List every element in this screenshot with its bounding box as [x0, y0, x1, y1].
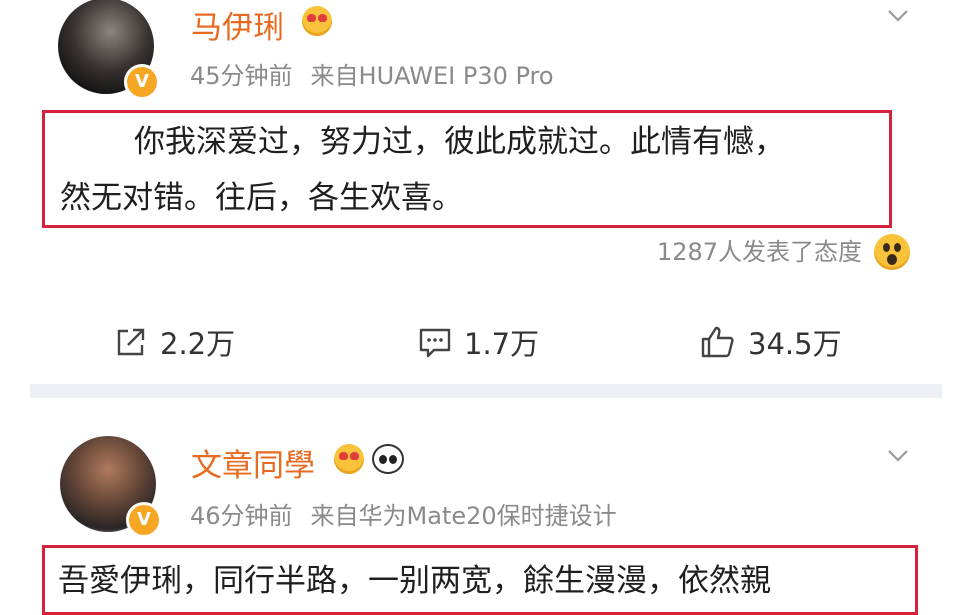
post-meta: 45分钟前 来自HUAWEI P30 Pro [190, 56, 554, 91]
username[interactable]: 马伊琍 [191, 2, 284, 47]
post-source: 来自华为Mate20保时捷设计 [310, 502, 617, 530]
comment-icon [419, 328, 451, 358]
post-source: 来自HUAWEI P30 Pro [310, 62, 554, 90]
surprised-emoji-icon [874, 234, 910, 270]
post-content-line: 你我深爱过，努力过，彼此成就过。此情有憾， [134, 124, 785, 160]
post-time: 46分钟前 [190, 502, 293, 530]
post-1: V 马伊琍 45分钟前 来自HUAWEI P30 Pro 你我深爱过，努力过，彼此… [0, 0, 960, 384]
comment-count: 1.7万 [464, 327, 540, 361]
post-time: 45分钟前 [190, 62, 293, 90]
verified-badge-icon: V [126, 502, 162, 538]
chevron-down-icon[interactable] [887, 4, 909, 26]
post-meta: 46分钟前 来自华为Mate20保时捷设计 [190, 496, 617, 531]
username[interactable]: 文章同學 [191, 440, 315, 485]
post-separator [30, 384, 942, 398]
comment-button[interactable]: 1.7万 [418, 322, 539, 362]
verified-badge-icon: V [124, 64, 160, 100]
like-button[interactable]: 34.5万 [700, 322, 842, 362]
heart-eyes-emoji-icon [334, 444, 364, 474]
panda-emoji-icon [372, 444, 404, 474]
share-button[interactable]: 2.2万 [114, 322, 235, 362]
heart-eyes-emoji-icon [302, 6, 332, 36]
reaction-count[interactable]: 1287人发表了态度 [657, 232, 862, 267]
share-count: 2.2万 [160, 327, 236, 361]
like-count: 34.5万 [748, 327, 842, 361]
thumbs-up-icon [701, 326, 734, 358]
share-icon [117, 328, 145, 356]
chevron-down-icon[interactable] [887, 444, 909, 466]
post-content-line: 吾愛伊琍，同行半路，一别两宽，餘生漫漫，依然親 [58, 563, 771, 599]
post-content-line: 然无对错。往后，各生欢喜。 [60, 180, 463, 216]
